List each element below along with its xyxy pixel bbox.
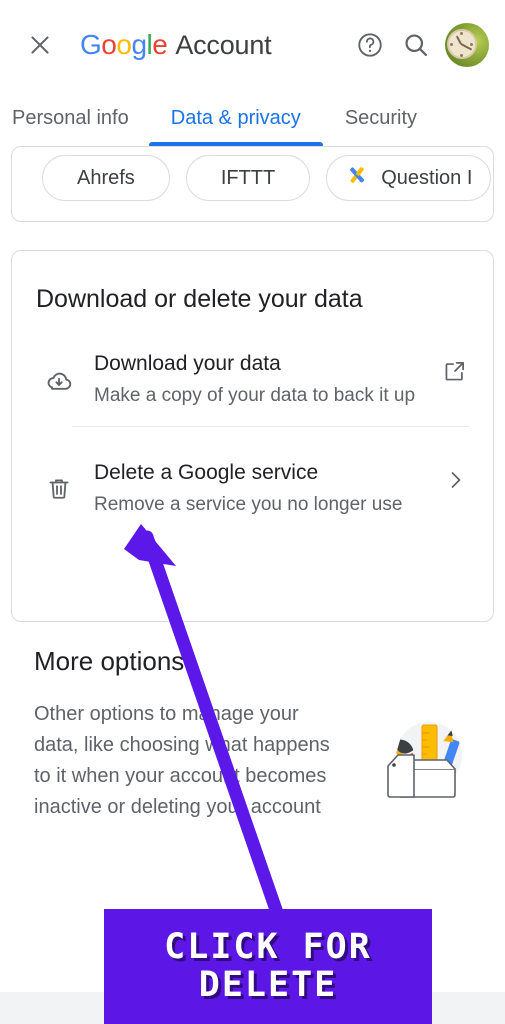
help-circle-icon[interactable] [347,22,393,68]
cloud-download-icon [36,332,82,396]
page-content: Ahrefs IFTTT Question I Download or dele… [0,146,505,1024]
row-download-your-data[interactable]: Download your data Make a copy of your d… [12,332,493,410]
more-options-section: More options Other options to manage you… [0,646,505,823]
row-subtitle: Make a copy of your data to back it up [94,385,416,407]
chip-label: IFTTT [220,166,276,189]
row-subtitle: Remove a service you no longer use [94,494,403,516]
logo-letter: e [152,29,168,60]
screen: Google Account Personal info Data & priv… [0,0,505,1024]
tab-label: Personal info [12,106,129,129]
app-bar: Google Account [0,0,505,90]
logo-letter: g [131,29,147,60]
chips-row[interactable]: Ahrefs IFTTT Question I [12,147,493,209]
brand-title: Google Account [80,29,272,61]
brand-word: Account [175,30,272,60]
avatar-clock-pip [460,54,463,57]
row-delete-a-google-service[interactable]: Delete a Google service Remove a service… [12,441,493,519]
chevron-right-icon[interactable] [433,468,477,492]
section-description: Other options to manage your data, like … [34,703,330,818]
row-title: Delete a Google service [94,460,319,484]
avatar-clock-pip [470,43,473,46]
row-divider [72,425,469,427]
avatar[interactable] [445,23,489,67]
open-in-new-icon[interactable] [433,358,477,384]
bottom-strip [0,992,505,1024]
avatar-clock-pip [460,32,463,35]
chip-label: Question I [381,166,473,189]
tab-bar: Personal info Data & privacy Security [0,90,505,146]
tab-data-and-privacy[interactable]: Data & privacy [148,90,323,146]
download-or-delete-card: Download or delete your data Download yo… [11,250,494,622]
connected-apps-card: Ahrefs IFTTT Question I [11,146,494,222]
search-icon[interactable] [393,22,439,68]
logo-letter: o [101,29,117,60]
row-text: Delete a Google service Remove a service… [82,441,433,519]
chip-ahrefs[interactable]: Ahrefs [42,155,170,201]
google-logo: Google [80,29,168,61]
x-cross-icon [345,163,369,193]
more-options-body: Other options to manage your data, like … [0,677,505,823]
chip-question[interactable]: Question I [326,155,492,201]
avatar-clock-pip [450,43,453,46]
row-text: Download your data Make a copy of your d… [82,332,433,410]
chip-label: Ahrefs [77,166,135,189]
section-title: More options [34,646,185,676]
logo-letter: G [80,29,102,60]
logo-letter: o [116,29,132,60]
chip-ifttt[interactable]: IFTTT [185,155,311,201]
trash-icon [36,441,82,503]
close-icon[interactable] [18,23,62,67]
tab-security[interactable]: Security [323,90,439,146]
tab-label: Data & privacy [170,106,301,129]
tab-personal-info[interactable]: Personal info [0,90,149,146]
toolbox-illustration [371,703,481,818]
tab-label: Security [344,106,418,129]
card-title: Download or delete your data [36,285,363,313]
row-title: Download your data [94,352,281,375]
